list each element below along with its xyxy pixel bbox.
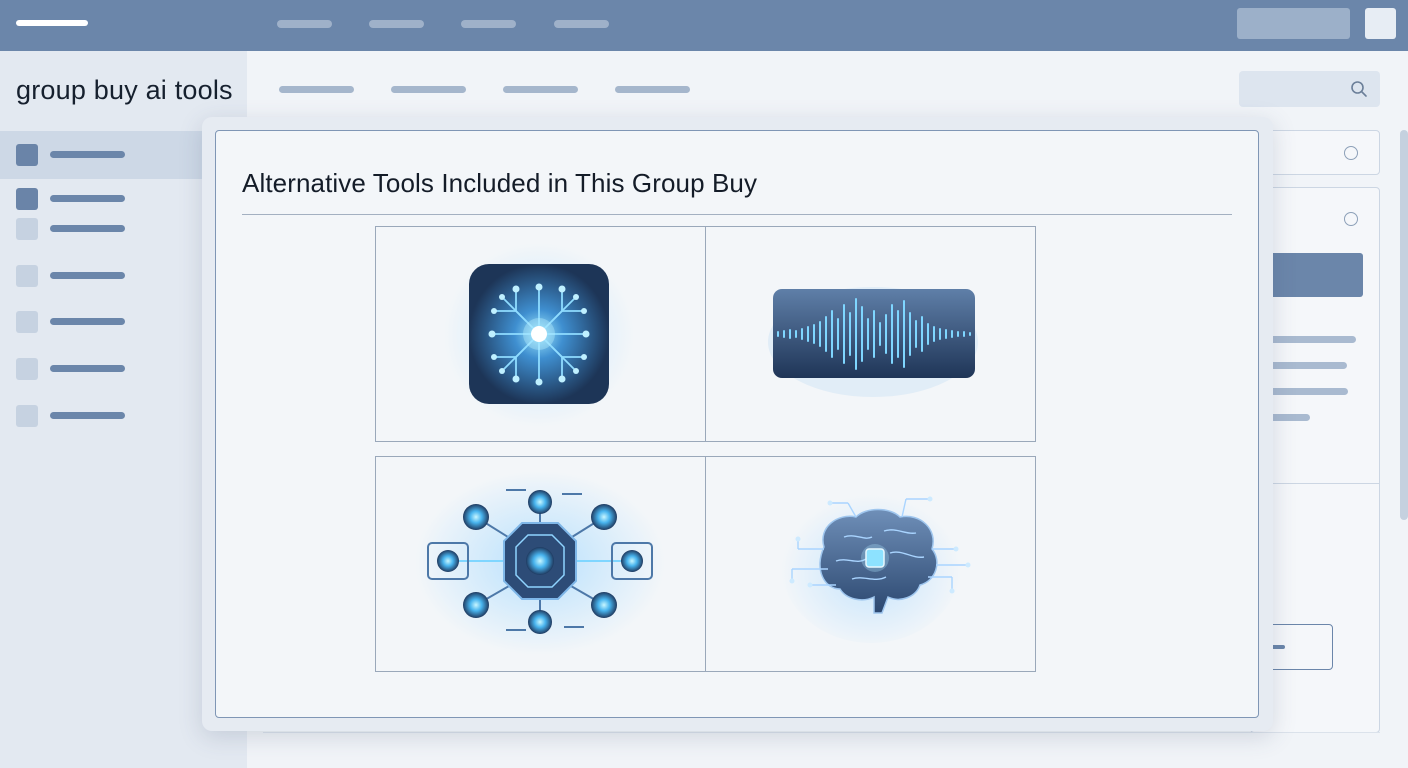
sidebar-item-label: [50, 412, 125, 419]
sidebar-item-label: [50, 365, 125, 372]
top-logo-placeholder[interactable]: [16, 20, 88, 26]
top-nav-item-4[interactable]: [554, 20, 609, 28]
top-account-button[interactable]: [1365, 8, 1396, 39]
tool-card-2[interactable]: [705, 226, 1036, 442]
sub-nav-item-1[interactable]: [279, 86, 354, 93]
search-input[interactable]: [1239, 71, 1380, 107]
sidebar-item-icon: [16, 144, 38, 166]
ai-brain-icon: [781, 487, 971, 643]
sidebar-item-1[interactable]: [16, 144, 216, 166]
audio-waveform-icon: [768, 287, 978, 397]
sidebar-item-3[interactable]: [16, 218, 216, 240]
sidebar-item-7[interactable]: [16, 405, 216, 427]
sub-nav-item-3[interactable]: [503, 86, 578, 93]
modal-title: Alternative Tools Included in This Group…: [242, 168, 758, 198]
button-label-placeholder: [1271, 645, 1285, 649]
brand-title: group buy ai tools: [16, 75, 233, 105]
tool-card-1[interactable]: [375, 226, 706, 442]
sidebar-item-icon: [16, 265, 38, 287]
sub-nav-item-4[interactable]: [615, 86, 690, 93]
tool-card-4[interactable]: [705, 456, 1036, 672]
modal-title-divider: [242, 214, 1232, 215]
sidebar-item-label: [50, 195, 125, 202]
top-nav-item-1[interactable]: [277, 20, 332, 28]
sub-nav-item-2[interactable]: [391, 86, 466, 93]
top-nav-item-2[interactable]: [369, 20, 424, 28]
sidebar-item-label: [50, 318, 125, 325]
sidebar-item-5[interactable]: [16, 311, 216, 333]
search-icon: [1351, 81, 1367, 97]
sidebar-item-icon: [16, 218, 38, 240]
top-bar: [0, 0, 1408, 51]
top-cta-button[interactable]: [1237, 8, 1350, 39]
radio-option-2[interactable]: [1344, 212, 1358, 226]
footer-divider: [263, 732, 1380, 733]
sidebar-item-label: [50, 272, 125, 279]
circuit-chip-icon: [444, 243, 634, 427]
sidebar-item-2[interactable]: [16, 188, 216, 210]
tool-card-3[interactable]: [375, 456, 706, 672]
sidebar-item-icon: [16, 188, 38, 210]
tools-modal: Alternative Tools Included in This Group…: [215, 130, 1259, 718]
network-hub-icon: [415, 471, 665, 655]
sidebar-item-6[interactable]: [16, 358, 216, 380]
top-nav-item-3[interactable]: [461, 20, 516, 28]
sidebar-item-4[interactable]: [16, 265, 216, 287]
sidebar-item-icon: [16, 311, 38, 333]
sidebar-item-label: [50, 225, 125, 232]
radio-option-1[interactable]: [1344, 146, 1358, 160]
scrollbar[interactable]: [1400, 130, 1408, 520]
sidebar-item-icon: [16, 405, 38, 427]
sidebar-item-icon: [16, 358, 38, 380]
sidebar-item-label: [50, 151, 125, 158]
